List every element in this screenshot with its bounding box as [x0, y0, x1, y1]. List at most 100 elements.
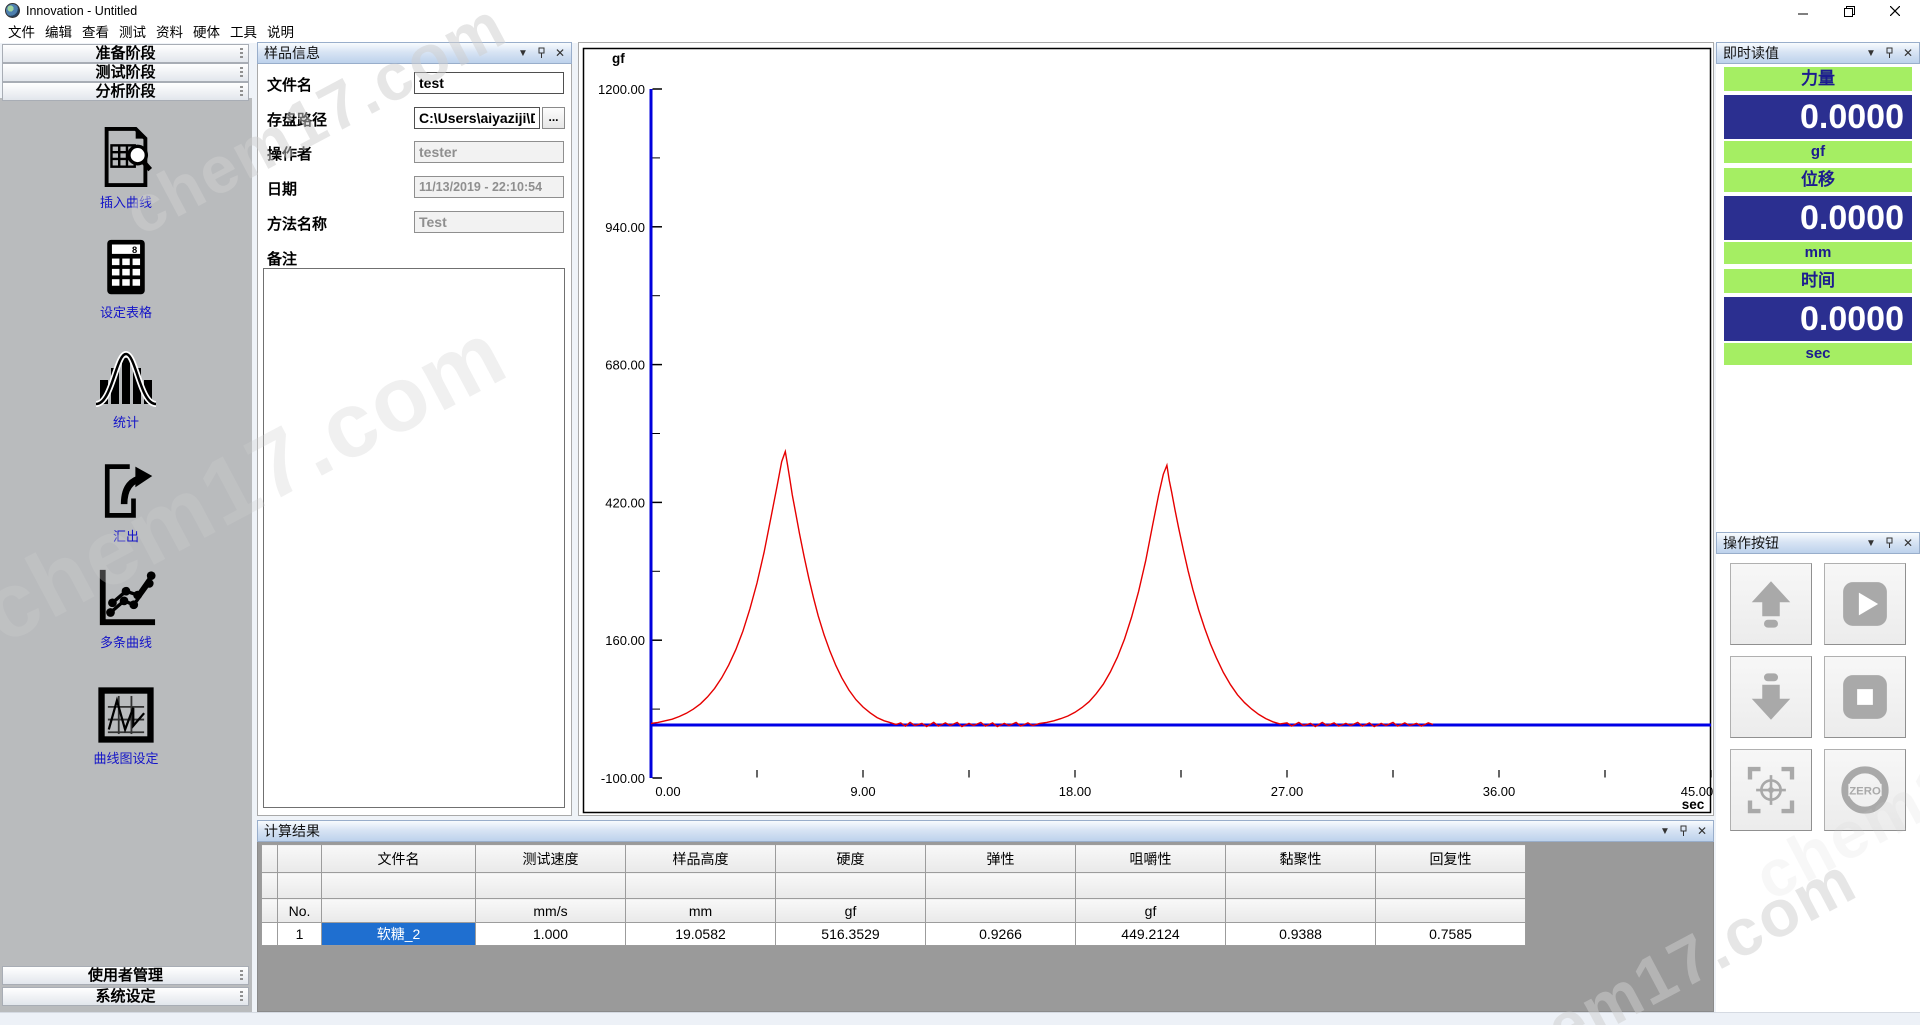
- time-value: 0.0000: [1724, 297, 1912, 341]
- operation-buttons-panel: 操作按钮 ▼ ✕: [1716, 532, 1920, 1012]
- row-number-cell[interactable]: 1: [278, 923, 322, 946]
- restore-button[interactable]: [1826, 0, 1872, 22]
- svg-text:9.00: 9.00: [850, 784, 875, 799]
- chart-panel: 1200.00940.00680.00420.00160.00-100.000.…: [578, 42, 1714, 816]
- pin-icon[interactable]: [537, 47, 546, 59]
- result-springiness-cell[interactable]: 0.9266: [926, 923, 1076, 946]
- unit-height: mm: [626, 899, 776, 923]
- zero-icon: ZERO: [1837, 762, 1893, 818]
- method-input[interactable]: [414, 211, 564, 233]
- stop-button[interactable]: [1824, 656, 1906, 738]
- force-unit: gf: [1724, 141, 1912, 163]
- tool-insert-curve[interactable]: 插入曲线: [0, 126, 252, 211]
- menu-bar: 文件 编辑 查看 测试 资料 硬体 工具 说明: [0, 22, 1920, 43]
- svg-text:36.00: 36.00: [1483, 784, 1516, 799]
- field-label-savepath: 存盘路径: [267, 109, 327, 130]
- system-settings-button[interactable]: 系统设定: [2, 987, 249, 1006]
- tool-set-table[interactable]: 8 设定表格: [0, 236, 252, 321]
- operator-input[interactable]: [414, 141, 564, 163]
- user-management-button[interactable]: 使用者管理: [2, 966, 249, 985]
- col-header-filename[interactable]: 文件名: [322, 845, 476, 873]
- target-position-button[interactable]: [1730, 749, 1812, 831]
- probe-up-button[interactable]: [1730, 563, 1812, 645]
- export-icon: [96, 460, 156, 522]
- tool-statistics[interactable]: 统计: [0, 350, 252, 431]
- menu-hardware[interactable]: 硬体: [188, 22, 225, 43]
- minimize-button[interactable]: [1780, 0, 1826, 22]
- col-header-chewiness[interactable]: 咀嚼性: [1076, 845, 1226, 873]
- notes-textarea[interactable]: [263, 268, 565, 808]
- col-header-cohesiveness[interactable]: 黏聚性: [1226, 845, 1376, 873]
- field-label-date: 日期: [267, 178, 297, 199]
- svg-text:18.00: 18.00: [1059, 784, 1092, 799]
- col-header-speed[interactable]: 测试速度: [476, 845, 626, 873]
- svg-text:ZERO: ZERO: [1849, 785, 1881, 797]
- arrow-down-icon: [1743, 669, 1799, 725]
- insert-curve-icon: [95, 126, 157, 188]
- panel-menu-icon[interactable]: ▼: [518, 48, 528, 59]
- result-filename-cell[interactable]: 软糖_2: [322, 923, 476, 946]
- statistics-icon: [94, 350, 158, 408]
- filename-input[interactable]: [414, 72, 564, 94]
- force-label: 力量: [1724, 67, 1912, 91]
- panel-close-icon[interactable]: ✕: [555, 46, 565, 60]
- result-cohesiveness-cell[interactable]: 0.9388: [1226, 923, 1376, 946]
- tool-curve-settings[interactable]: 曲线图设定: [0, 686, 252, 767]
- result-height-cell[interactable]: 19.0582: [626, 923, 776, 946]
- panel-menu-icon[interactable]: ▼: [1866, 538, 1876, 549]
- date-input[interactable]: [414, 176, 564, 198]
- svg-text:8: 8: [132, 245, 137, 255]
- panel-close-icon[interactable]: ✕: [1697, 824, 1707, 838]
- title-bar: Innovation - Untitled: [0, 0, 1920, 22]
- pin-icon[interactable]: [1885, 537, 1894, 549]
- panel-close-icon[interactable]: ✕: [1903, 536, 1913, 550]
- panel-close-icon[interactable]: ✕: [1903, 46, 1913, 60]
- sample-info-body: 文件名 存盘路径 ... 操作者 日期 方法名称 备注: [257, 64, 572, 816]
- no-header-cell: No.: [278, 899, 322, 923]
- pin-icon[interactable]: [1679, 825, 1688, 837]
- run-button[interactable]: [1824, 563, 1906, 645]
- calculation-results-panel: 计算结果 ▼ ✕ 文件名 测试速度 样品高度 硬度 弹性 咀嚼性 黏聚性: [257, 820, 1714, 1012]
- menu-help[interactable]: 说明: [262, 22, 299, 43]
- stage-test-button[interactable]: 测试阶段: [2, 63, 249, 82]
- menu-tools[interactable]: 工具: [225, 22, 262, 43]
- zero-button[interactable]: ZERO: [1824, 749, 1906, 831]
- tool-multi-curve[interactable]: 多条曲线: [0, 566, 252, 651]
- pin-icon[interactable]: [1885, 47, 1894, 59]
- menu-file[interactable]: 文件: [3, 22, 40, 43]
- tool-export[interactable]: 汇出: [0, 460, 252, 545]
- field-label-method: 方法名称: [267, 213, 327, 234]
- col-header-hardness[interactable]: 硬度: [776, 845, 926, 873]
- stop-icon: [1837, 669, 1893, 725]
- svg-text:680.00: 680.00: [605, 358, 645, 373]
- result-hardness-cell[interactable]: 516.3529: [776, 923, 926, 946]
- stage-prepare-button[interactable]: 准备阶段: [2, 44, 249, 63]
- result-chewiness-cell[interactable]: 449.2124: [1076, 923, 1226, 946]
- stage-analysis-button[interactable]: 分析阶段: [2, 82, 249, 101]
- panel-menu-icon[interactable]: ▼: [1866, 48, 1876, 59]
- menu-view[interactable]: 查看: [77, 22, 114, 43]
- result-resilience-cell[interactable]: 0.7585: [1376, 923, 1526, 946]
- menu-data[interactable]: 资料: [151, 22, 188, 43]
- probe-down-button[interactable]: [1730, 656, 1812, 738]
- status-strip: [0, 1012, 1920, 1025]
- panel-menu-icon[interactable]: ▼: [1660, 826, 1670, 837]
- row-indicator-cell: [262, 845, 278, 873]
- realtime-readout-panel: 即时读值 ▼ ✕ 力量 0.0000 gf 位移 0.0000 mm 时间 0.…: [1716, 42, 1920, 532]
- svg-text:27.00: 27.00: [1271, 784, 1304, 799]
- svg-text:1200.00: 1200.00: [598, 82, 645, 97]
- col-header-springiness[interactable]: 弹性: [926, 845, 1076, 873]
- restore-icon: [1844, 6, 1855, 17]
- displacement-unit: mm: [1724, 242, 1912, 264]
- menu-test[interactable]: 测试: [114, 22, 151, 43]
- svg-text:0.00: 0.00: [655, 784, 680, 799]
- menu-edit[interactable]: 编辑: [40, 22, 77, 43]
- col-header-height[interactable]: 样品高度: [626, 845, 776, 873]
- ops-caption: 操作按钮 ▼ ✕: [1716, 532, 1920, 554]
- svg-text:940.00: 940.00: [605, 220, 645, 235]
- col-header-resilience[interactable]: 回复性: [1376, 845, 1526, 873]
- close-button[interactable]: [1872, 0, 1918, 22]
- browse-button[interactable]: ...: [542, 107, 565, 129]
- savepath-input[interactable]: [414, 107, 540, 129]
- result-speed-cell[interactable]: 1.000: [476, 923, 626, 946]
